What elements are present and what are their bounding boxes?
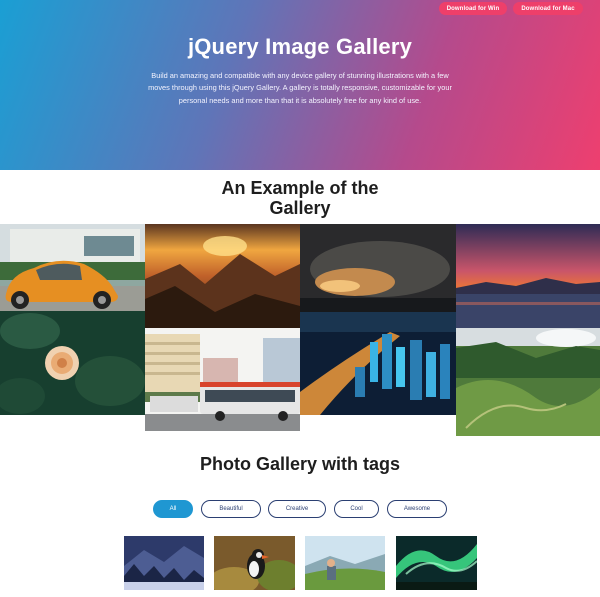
gallery-image-mountain-sunset[interactable] — [145, 224, 300, 328]
cloudy-sky-photo — [300, 224, 456, 312]
puffin-bird-photo — [214, 536, 295, 590]
download-mac-button[interactable]: Download for Mac — [513, 2, 583, 15]
snowy-forest-photo — [124, 536, 204, 590]
thumbnail-snowy-forest[interactable] — [124, 536, 204, 590]
tag-awesome[interactable]: Awesome — [387, 500, 447, 518]
aurora-photo — [396, 536, 477, 590]
night-city-aerial-photo — [300, 312, 456, 415]
thumbnail-hiker[interactable] — [305, 536, 385, 590]
gallery-image-orange-beetle-car[interactable] — [0, 224, 145, 311]
thumbnail-aurora[interactable] — [396, 536, 477, 590]
orange-beetle-car-photo — [0, 224, 145, 311]
hero-description: Build an amazing and compatible with any… — [148, 71, 452, 105]
thumbnail-puffin[interactable] — [214, 536, 295, 590]
tag-creative[interactable]: Creative — [268, 500, 326, 518]
lake-sunset-photo — [456, 224, 600, 328]
tag-all[interactable]: All — [153, 500, 193, 518]
white-rose-photo — [0, 311, 145, 415]
page-title: jQuery Image Gallery — [187, 34, 413, 59]
example-section-title: An Example of the Gallery — [221, 178, 379, 218]
gallery-image-night-city[interactable] — [300, 312, 456, 415]
download-win-button[interactable]: Download for Win — [439, 2, 507, 15]
gallery-image-green-valley[interactable] — [456, 328, 600, 436]
hiker-meadow-photo — [305, 536, 385, 590]
city-bus-photo — [145, 328, 300, 431]
hero-header: Download for Win Download for Mac jQuery… — [0, 0, 600, 170]
gallery-image-city-bus[interactable] — [145, 328, 300, 431]
green-valley-photo — [456, 328, 600, 436]
gallery-image-white-rose[interactable] — [0, 311, 145, 415]
gallery-image-cloudy-sky[interactable] — [300, 224, 456, 312]
gallery-image-lake-sunset[interactable] — [456, 224, 600, 328]
tag-beautiful[interactable]: Beautiful — [201, 500, 261, 518]
tags-section-title: Photo Gallery with tags — [199, 454, 401, 474]
mountain-sunset-photo — [145, 224, 300, 328]
tag-cool[interactable]: Cool — [334, 500, 379, 518]
